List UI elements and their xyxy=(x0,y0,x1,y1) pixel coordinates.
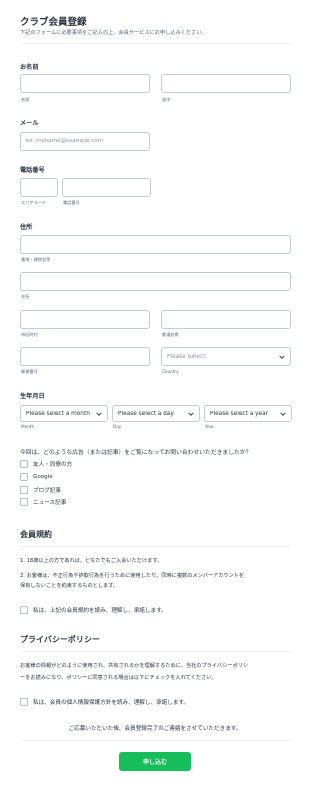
referral-option-label: ブログ記事 xyxy=(33,488,61,494)
form-title: クラブ会員登録 xyxy=(20,17,87,28)
terms-line-1: 1. 18歳以上の方であれば、どなたでもご入会いただけます。 xyxy=(20,558,163,564)
birthdate-label: 生年月日 xyxy=(20,393,45,400)
phone-number-input[interactable] xyxy=(62,178,151,197)
terms-agree-row[interactable]: 私は、上記の会員規約を読み、理解し、承諾します。 xyxy=(20,606,167,614)
privacy-line-1: お客様の情報がどのように使用され、共有されるかを理解するために、当社のプライバシ… xyxy=(20,663,249,669)
submit-button[interactable]: 申し込む xyxy=(119,752,191,771)
birth-month-sublabel: Month xyxy=(21,424,35,429)
chevron-down-icon xyxy=(96,411,102,416)
email-label: メール xyxy=(20,120,39,127)
country-select[interactable]: Please Select xyxy=(161,347,291,366)
referral-option-label: Google xyxy=(33,474,53,480)
chevron-down-icon xyxy=(279,354,285,359)
birth-day-select[interactable]: Please select a day xyxy=(112,405,200,422)
street1-input[interactable] xyxy=(20,235,291,254)
last-name-input[interactable] xyxy=(161,74,291,93)
header-divider xyxy=(20,43,290,44)
birth-month-value: Please select a month xyxy=(26,410,90,417)
city-sublabel: 市区町村 xyxy=(21,332,38,337)
referral-option-label: 友人・同僚の方 xyxy=(33,462,73,468)
privacy-agree-row[interactable]: 私は、会員の個人情報保護方針を読み、理解し、承諾します。 xyxy=(20,698,189,706)
terms-divider xyxy=(20,546,290,547)
birth-day-sublabel: Day xyxy=(113,424,122,429)
birth-year-value: Please select a year xyxy=(210,410,269,417)
privacy-line-2: ーをお読みになり、ポリシーに同意される場合は以下にチェックを入れてください。 xyxy=(20,675,217,681)
privacy-agree-checkbox[interactable] xyxy=(20,698,28,706)
first-name-input[interactable] xyxy=(20,74,150,93)
postal-code-sublabel: 郵便番号 xyxy=(21,369,38,374)
privacy-divider xyxy=(20,651,290,652)
checkbox[interactable] xyxy=(20,473,28,481)
first-name-sublabel: 名前 xyxy=(21,97,30,102)
checkbox[interactable] xyxy=(20,460,28,468)
birth-month-select[interactable]: Please select a month xyxy=(20,405,108,422)
birth-year-sublabel: Year xyxy=(205,424,214,429)
name-label: お名前 xyxy=(20,64,39,71)
terms-agree-checkbox[interactable] xyxy=(20,606,28,614)
privacy-title: プライバシーポリシー xyxy=(20,635,100,644)
terms-title: 会員規約 xyxy=(20,530,52,539)
street2-sublabel: 住所 xyxy=(21,294,30,299)
state-input[interactable] xyxy=(161,310,291,329)
chevron-down-icon xyxy=(188,411,194,416)
referral-option-blog[interactable]: ブログ記事 xyxy=(20,486,61,494)
terms-agree-label: 私は、上記の会員規約を読み、理解し、承諾します。 xyxy=(33,608,167,614)
address-label: 住所 xyxy=(20,224,33,231)
area-code-sublabel: エリアコード xyxy=(21,200,47,205)
referral-option-news[interactable]: ニュース記事 xyxy=(20,498,66,506)
referral-question: 今回は、どのような広告（または記事）をご覧になってお問い合わせいただきましたか？ xyxy=(20,450,252,456)
footer-divider xyxy=(20,740,290,741)
registration-form: クラブ会員登録 下記のフォームに必要事項をご記入の上、会員サービスにお申し込みく… xyxy=(0,0,310,789)
email-placeholder: ex: myname@example.com xyxy=(26,138,104,144)
country-sublabel: Country xyxy=(162,369,179,374)
state-sublabel: 都道府県 xyxy=(162,332,179,337)
terms-line-2: 2. お客様は、不正行為や詐欺行為を行うために使用したり、同時に複数のメンバーア… xyxy=(20,573,245,579)
completion-note: ご応募いただいた後、会員登録完了のご連絡をさせていただきます。 xyxy=(68,726,242,732)
referral-option-label: ニュース記事 xyxy=(33,500,67,506)
last-name-sublabel: 苗字 xyxy=(162,97,171,102)
street2-input[interactable] xyxy=(20,272,291,291)
form-subtitle: 下記のフォームに必要事項をご記入の上、会員サービスにお申し込みください。 xyxy=(20,30,207,36)
area-code-input[interactable] xyxy=(20,178,58,197)
phone-label: 電話番号 xyxy=(20,167,45,174)
checkbox[interactable] xyxy=(20,498,28,506)
email-input[interactable]: ex: myname@example.com xyxy=(20,132,150,151)
birth-day-value: Please select a day xyxy=(118,410,174,417)
city-input[interactable] xyxy=(20,310,150,329)
postal-code-input[interactable] xyxy=(20,347,150,366)
referral-option-friend[interactable]: 友人・同僚の方 xyxy=(20,460,72,468)
referral-option-google[interactable]: Google xyxy=(20,473,53,481)
checkbox[interactable] xyxy=(20,486,28,494)
birth-year-select[interactable]: Please select a year xyxy=(204,405,292,422)
street1-sublabel: 番地・建物名等 xyxy=(21,257,51,262)
phone-number-sublabel: 電話番号 xyxy=(63,200,80,205)
terms-line-3: 保有しないことを約束するものとします。 xyxy=(20,583,119,589)
chevron-down-icon xyxy=(280,411,286,416)
privacy-agree-label: 私は、会員の個人情報保護方針を読み、理解し、承諾します。 xyxy=(33,700,190,706)
country-select-value: Please Select xyxy=(167,353,206,360)
